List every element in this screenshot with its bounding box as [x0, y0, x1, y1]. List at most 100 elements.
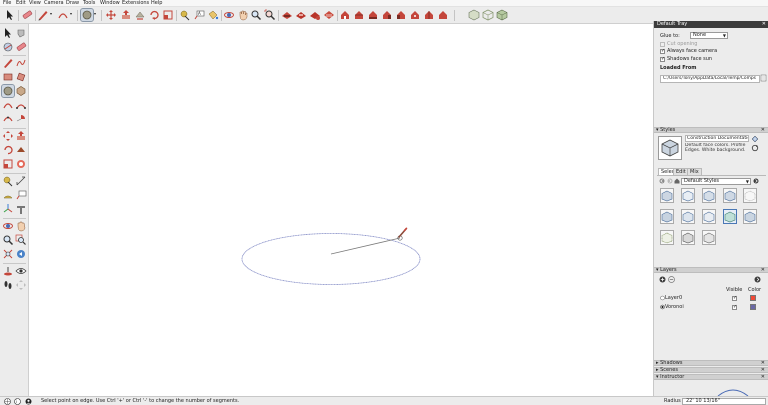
styles-panel-header[interactable]: ▾ Styles ✕	[654, 127, 768, 133]
styles-close-icon[interactable]: ✕	[761, 128, 765, 133]
zoom-extents-left-button[interactable]	[2, 248, 14, 260]
rectangle-button[interactable]	[2, 71, 14, 83]
line-button[interactable]	[2, 57, 14, 69]
tape-measure-tool-button[interactable]	[179, 9, 191, 21]
lasso-button[interactable]	[15, 27, 27, 39]
protractor-button[interactable]	[2, 189, 14, 201]
circle-button[interactable]	[1, 84, 15, 98]
layer-color-swatch[interactable]	[750, 295, 756, 301]
front-view-button[interactable]	[367, 9, 379, 21]
style-swatch[interactable]	[743, 188, 757, 203]
shadows-face-sun-checkbox[interactable]: ✓	[660, 57, 665, 62]
rotate-button[interactable]	[2, 144, 14, 156]
pencil-tool-button[interactable]	[37, 9, 49, 21]
polygon-button[interactable]	[15, 85, 27, 97]
eraser-button[interactable]	[15, 41, 27, 53]
instructor-close-icon[interactable]: ✕	[761, 375, 765, 380]
layers-close-icon[interactable]: ✕	[761, 268, 765, 273]
iso-view-button[interactable]	[339, 9, 351, 21]
wireframe-style-button[interactable]	[482, 9, 494, 21]
walk-button[interactable]	[2, 279, 14, 291]
details-arrow-icon[interactable]	[753, 178, 760, 186]
text-tool-button[interactable]: A	[193, 9, 205, 21]
style-swatch[interactable]	[681, 230, 695, 245]
offset-button[interactable]	[15, 158, 27, 170]
style-swatch[interactable]	[702, 230, 716, 245]
back-arrow-icon[interactable]	[659, 178, 665, 186]
geo-location-icon[interactable]	[4, 398, 11, 405]
style-swatch[interactable]	[660, 188, 674, 203]
shadows-close-icon[interactable]: ✕	[761, 361, 765, 366]
select-button[interactable]	[2, 27, 14, 39]
menu-draw[interactable]: Draw	[66, 0, 79, 7]
style-swatch-selected[interactable]	[723, 209, 737, 224]
layer-visible-checkbox[interactable]: ✓	[732, 296, 737, 301]
tape-measure-button[interactable]	[2, 175, 14, 187]
look-around-button[interactable]	[15, 265, 27, 277]
scenes-close-icon[interactable]: ✕	[761, 368, 765, 373]
move-tool-button[interactable]	[105, 9, 117, 21]
left-view-button[interactable]	[409, 9, 421, 21]
delete-layer-icon[interactable]	[668, 276, 675, 285]
pie-button[interactable]	[15, 113, 27, 125]
position-camera-button[interactable]	[2, 265, 14, 277]
share-model-button[interactable]	[295, 9, 307, 21]
zoom-tool-button[interactable]	[250, 9, 262, 21]
layers-details-icon[interactable]	[754, 276, 761, 285]
make-component-button[interactable]	[2, 41, 14, 53]
extension-warehouse-button[interactable]	[323, 9, 335, 21]
three-point-arc-button[interactable]	[2, 113, 14, 125]
follow-me-tool-button[interactable]	[134, 9, 146, 21]
two-point-arc-button[interactable]	[15, 99, 27, 111]
forward-arrow-icon[interactable]	[667, 178, 673, 186]
menu-help[interactable]: Help	[151, 0, 162, 7]
pan-button[interactable]	[15, 220, 27, 232]
menu-window[interactable]: Window	[100, 0, 120, 7]
tray-close-icon[interactable]: ✕	[762, 21, 766, 28]
menu-view[interactable]: View	[29, 0, 41, 7]
zoom-window-button[interactable]	[15, 234, 27, 246]
glue-to-select[interactable]: None ▼	[690, 32, 728, 39]
rotate-tool-button[interactable]	[148, 9, 160, 21]
shaded-style-button[interactable]	[496, 9, 508, 21]
freehand-button[interactable]	[15, 57, 27, 69]
style-swatch[interactable]	[743, 209, 757, 224]
scenes-panel-header[interactable]: ▸ Scenes ✕	[654, 367, 768, 373]
shadows-panel-header[interactable]: ▸ Shadows ✕	[654, 360, 768, 366]
orbit-button[interactable]	[2, 220, 14, 232]
style-swatch[interactable]	[660, 209, 674, 224]
credits-icon[interactable]: i	[14, 398, 21, 405]
menu-extensions[interactable]: Extensions	[122, 0, 149, 7]
layer-visible-checkbox[interactable]: ✓	[732, 305, 737, 310]
parallel-view-button[interactable]	[437, 9, 449, 21]
style-swatch[interactable]	[681, 188, 695, 203]
menu-tools[interactable]: Tools	[83, 0, 95, 7]
rotated-rectangle-button[interactable]	[15, 71, 27, 83]
paint-bucket-tool-button[interactable]	[207, 9, 219, 21]
top-view-button[interactable]	[353, 9, 365, 21]
add-layer-icon[interactable]	[659, 276, 666, 285]
3d-warehouse-button[interactable]	[281, 9, 293, 21]
dimension-button[interactable]	[15, 175, 27, 187]
zoom-button[interactable]	[2, 234, 14, 246]
home-icon[interactable]	[674, 178, 680, 186]
select-tool-button[interactable]	[4, 9, 16, 21]
section-plane-button[interactable]	[15, 279, 27, 291]
instructor-panel-header[interactable]: ▾ Instructor ✕	[654, 374, 768, 380]
circle-tool-button[interactable]	[80, 8, 94, 22]
orbit-tool-button[interactable]	[223, 9, 235, 21]
style-library-select[interactable]: Default Styles ▼	[681, 178, 751, 185]
style-swatch[interactable]	[681, 209, 695, 224]
arc-dropdown-caret[interactable]: ▾	[70, 11, 72, 17]
tab-mix[interactable]: Mix	[687, 168, 702, 175]
style-swatch[interactable]	[702, 188, 716, 203]
zoom-extents-button[interactable]	[264, 9, 276, 21]
right-view-button[interactable]	[381, 9, 393, 21]
style-swatch[interactable]	[723, 188, 737, 203]
line-dropdown-caret[interactable]: ▾	[50, 11, 52, 17]
update-style-icon[interactable]	[751, 144, 759, 154]
model-canvas[interactable]	[29, 24, 653, 396]
shape-dropdown-caret[interactable]: ▾	[94, 11, 96, 17]
menu-file[interactable]: File	[3, 0, 11, 7]
xray-style-button[interactable]	[468, 9, 480, 21]
